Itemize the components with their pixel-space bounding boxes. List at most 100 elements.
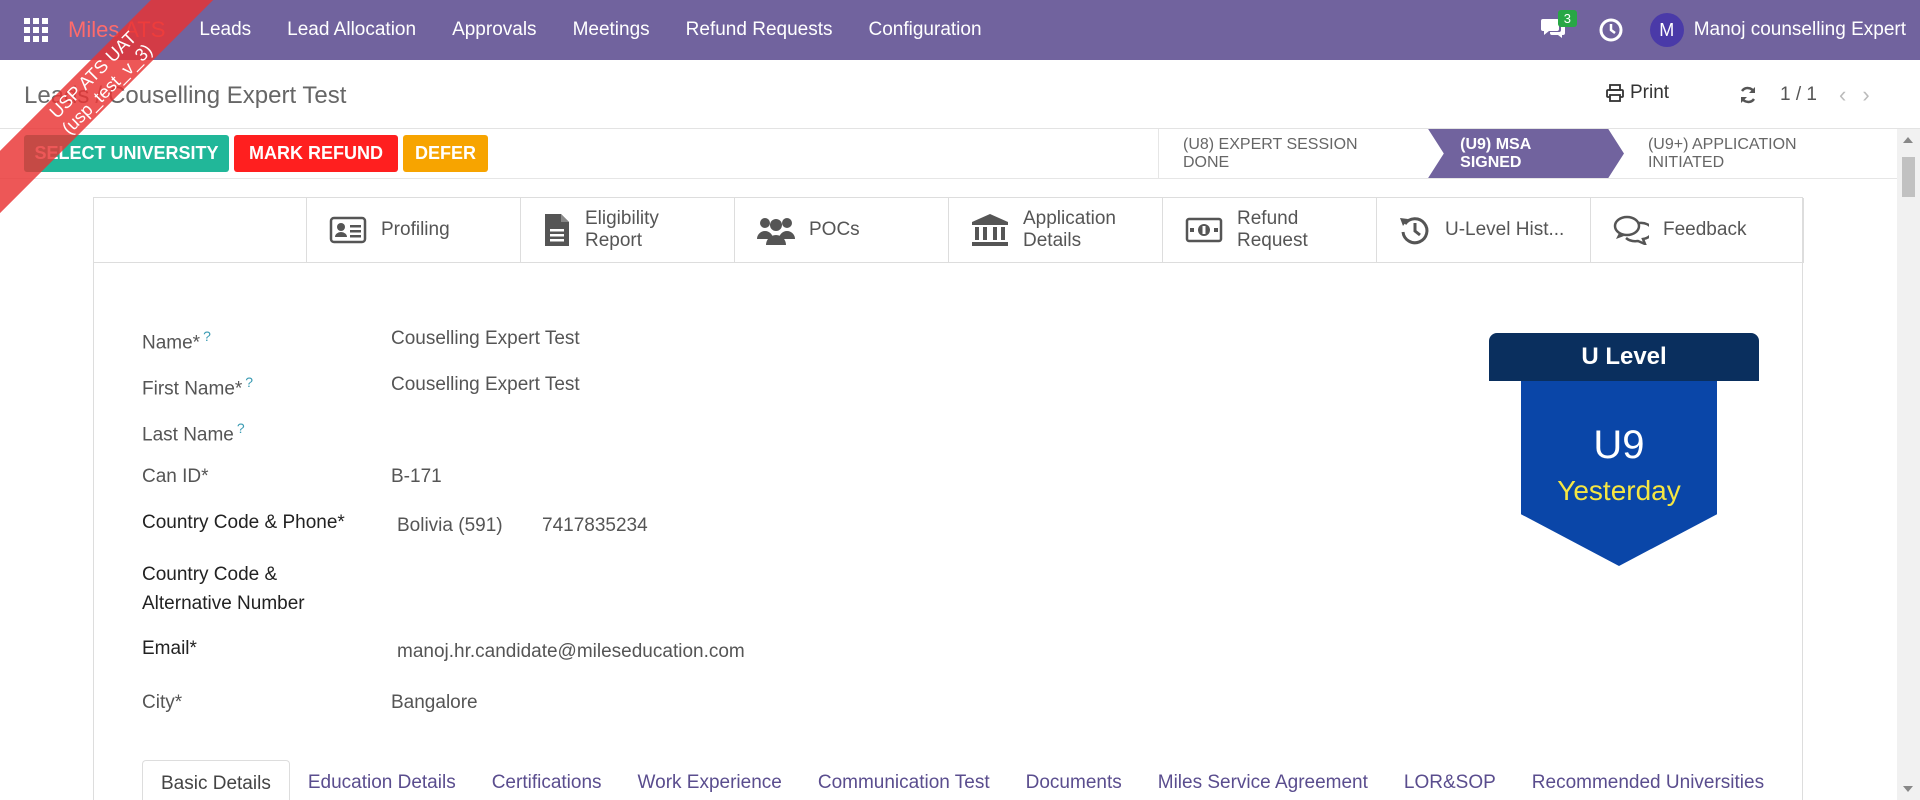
scroll-up-arrow-icon[interactable]	[1903, 137, 1913, 143]
first-name-label: First Name*?	[142, 374, 253, 400]
application-label-1: Application	[1023, 208, 1116, 229]
tab-certifications[interactable]: Certifications	[474, 760, 620, 800]
smart-button-box: Profiling Eligibility Report POCs Applic…	[306, 198, 1804, 263]
stage-u9-active[interactable]: (U9) MSA SIGNED	[1428, 129, 1624, 178]
scroll-thumb[interactable]	[1902, 157, 1915, 197]
city-label: City*	[142, 692, 183, 713]
last-name-label-text: Last Name	[142, 424, 234, 446]
chevron-left-icon[interactable]: ‹	[1839, 82, 1862, 107]
bank-icon	[972, 214, 1008, 246]
name-label: Name*?	[142, 328, 211, 354]
refresh-icon[interactable]	[1738, 85, 1758, 105]
eligibility-label-1: Eligibility	[585, 208, 659, 229]
last-name-label: Last Name?	[142, 420, 245, 446]
money-icon	[1185, 217, 1223, 243]
main-menu: Leads Lead Allocation Approvals Meetings…	[181, 19, 999, 41]
tab-lor-sop[interactable]: LOR&SOP	[1386, 760, 1514, 800]
phone-input[interactable]: 7417835234	[542, 515, 648, 537]
user-menu[interactable]: Manoj counselling Expert	[1694, 19, 1906, 41]
tab-communication-test[interactable]: Communication Test	[800, 760, 1008, 800]
print-icon	[1606, 84, 1624, 102]
apps-grid-icon[interactable]	[24, 18, 48, 42]
feedback-label: Feedback	[1663, 219, 1747, 240]
refund-label-1: Refund	[1237, 208, 1299, 229]
tab-education-details[interactable]: Education Details	[290, 760, 474, 800]
navbar-right: 3 M Manoj counselling Expert	[1540, 0, 1906, 60]
users-icon	[757, 218, 795, 245]
user-avatar[interactable]: M	[1649, 13, 1684, 47]
u-level-date: Yesterday	[1557, 475, 1681, 506]
country-code-select[interactable]: Bolivia (591)	[397, 515, 503, 537]
application-label-2: Details	[1023, 230, 1082, 251]
pager-value[interactable]: 1 / 1	[1780, 84, 1817, 106]
city-input[interactable]: Bangalore	[391, 692, 478, 714]
vertical-scrollbar[interactable]	[1897, 129, 1920, 800]
u-level-history-button[interactable]: U-Level Hist...	[1376, 198, 1590, 262]
eligibility-report-button[interactable]: Eligibility Report	[520, 198, 734, 262]
top-navbar: Miles ATS Leads Lead Allocation Approval…	[0, 0, 1920, 60]
u-level-badge: U Level U9 Yesterday	[1489, 333, 1759, 566]
email-input[interactable]: manoj.hr.candidate@mileseducation.com	[397, 641, 745, 663]
scroll-down-arrow-icon[interactable]	[1903, 786, 1913, 792]
name-label-text: Name*	[142, 332, 201, 354]
eligibility-label-2: Report	[585, 230, 643, 251]
can-id-label: Can ID*	[142, 466, 209, 487]
comments-icon	[1613, 215, 1649, 245]
status-bar: (U8) EXPERT SESSION DONE (U9) MSA SIGNED…	[1158, 129, 1897, 178]
email-label: Email*	[142, 638, 197, 659]
menu-leads[interactable]: Leads	[181, 19, 269, 41]
chevron-right-icon[interactable]: ›	[1862, 82, 1885, 107]
tab-recommended-universities[interactable]: Recommended Universities	[1514, 760, 1782, 800]
menu-approvals[interactable]: Approvals	[434, 19, 555, 41]
profiling-button[interactable]: Profiling	[306, 198, 520, 262]
menu-configuration[interactable]: Configuration	[851, 19, 1000, 41]
menu-meetings[interactable]: Meetings	[555, 19, 668, 41]
messages-button[interactable]: 3	[1540, 10, 1577, 44]
feedback-button[interactable]: Feedback	[1590, 198, 1804, 262]
application-details-button[interactable]: Application Details	[948, 198, 1162, 262]
u-level-history-label: U-Level Hist...	[1445, 219, 1565, 240]
refund-request-button[interactable]: Refund Request	[1162, 198, 1376, 262]
u-level-ribbon: U9 Yesterday	[1521, 381, 1717, 566]
tab-miles-service-agreement[interactable]: Miles Service Agreement	[1140, 760, 1386, 800]
control-panel: Leads/Couselling Expert Test Print 1 / 1…	[0, 60, 1920, 129]
print-button[interactable]: Print	[1606, 82, 1669, 104]
tab-documents[interactable]: Documents	[1008, 760, 1140, 800]
tab-work-experience[interactable]: Work Experience	[620, 760, 800, 800]
menu-refund-requests[interactable]: Refund Requests	[668, 19, 851, 41]
profile-card-icon	[329, 216, 367, 244]
u-level-title: U Level	[1489, 333, 1759, 381]
menu-lead-allocation[interactable]: Lead Allocation	[269, 19, 434, 41]
help-tooltip-icon[interactable]: ?	[237, 420, 245, 436]
pager-arrows: ‹›	[1839, 82, 1886, 108]
mark-refund-button[interactable]: MARK REFUND	[234, 135, 398, 172]
message-count-badge: 3	[1557, 10, 1577, 27]
form-header: SELECT UNIVERSITY MARK REFUND DEFER (U8)…	[0, 129, 1897, 179]
refund-label-2: Request	[1237, 230, 1308, 251]
history-icon	[1400, 217, 1429, 245]
first-name-label-text: First Name*	[142, 378, 243, 400]
alt-number-label-2: Alternative Number	[142, 593, 305, 614]
breadcrumb-current: Couselling Expert Test	[108, 82, 347, 109]
alt-number-label-1: Country Code &	[142, 564, 278, 585]
can-id-value: B-171	[391, 466, 442, 487]
pocs-label: POCs	[809, 219, 860, 240]
help-tooltip-icon[interactable]: ?	[245, 374, 253, 390]
defer-button[interactable]: DEFER	[403, 135, 488, 172]
form-sheet: Profiling Eligibility Report POCs Applic…	[93, 197, 1804, 800]
help-tooltip-icon[interactable]: ?	[203, 328, 211, 344]
pocs-button[interactable]: POCs	[734, 198, 948, 262]
document-icon	[545, 214, 569, 246]
notebook-tabs: Basic Details Education Details Certific…	[142, 760, 1782, 800]
profiling-label: Profiling	[381, 219, 450, 240]
phone-label: Country Code & Phone*	[142, 512, 345, 533]
u-level-value: U9	[1593, 423, 1645, 467]
print-label: Print	[1630, 82, 1670, 103]
stage-u8[interactable]: (U8) EXPERT SESSION DONE	[1158, 129, 1428, 178]
activity-clock-icon[interactable]	[1598, 17, 1624, 43]
pager: 1 / 1 ‹›	[1738, 82, 1886, 108]
tab-basic-details[interactable]: Basic Details	[142, 760, 290, 800]
stage-u9-plus[interactable]: (U9+) APPLICATION INITIATED	[1624, 129, 1897, 178]
name-input[interactable]: Couselling Expert Test	[391, 328, 580, 350]
first-name-input[interactable]: Couselling Expert Test	[391, 374, 580, 396]
